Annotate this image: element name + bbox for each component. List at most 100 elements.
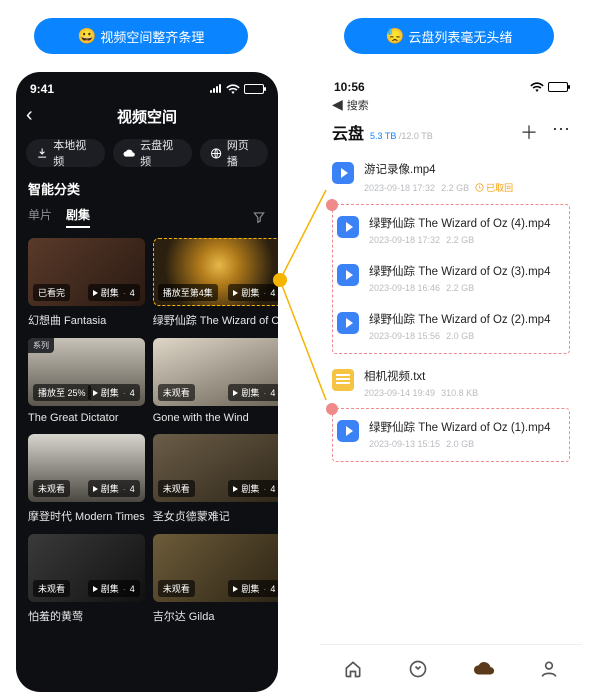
group-anchor-dot [326,199,338,211]
video-title: Gone with the Wind [153,412,278,424]
video-thumbnail: 未观看 剧集·4 [153,338,278,406]
status-bar: 9:41 [16,72,278,96]
tab-home[interactable] [342,658,364,680]
video-card[interactable]: 已看完 剧集·4 幻想曲 Fantasia [28,238,145,328]
wifi-icon [226,84,240,94]
globe-icon [210,147,222,160]
emoji-icon: 😀 [78,27,97,45]
video-card[interactable]: 未观看 剧集·4 圣女贞德蒙难记 [153,434,278,524]
video-thumbnail: 播放至第4集 剧集·4 [153,238,278,306]
video-title: 吉尔达 Gilda [153,608,278,624]
video-file-icon [332,162,354,184]
video-file-icon [337,264,359,286]
chip-label: 本地视频 [53,137,95,169]
chip-cloud-video[interactable]: 云盘视频 [113,139,192,167]
tab-cloud[interactable] [473,658,495,680]
status-bar: 10:56 [320,72,582,94]
episode-count-badge: 剧集·4 [228,384,278,401]
caption-pill-right: 😓 云盘列表毫无头绪 [344,18,554,54]
file-row[interactable]: 游记录像.mp4 2023-09-18 17:322.2 GB已取回 [332,153,570,204]
video-title: 圣女贞德蒙难记 [153,508,278,524]
watch-status-badge: 未观看 [158,384,195,401]
phone-right: 10:56 ◀ 搜索 云盘 5.3 TB /12.0 TB ＋ ⋯ 游记录像.m… [320,72,582,692]
file-row[interactable]: 绿野仙踪 The Wizard of Oz (3).mp4 2023-09-18… [337,255,565,303]
add-button[interactable]: ＋ [520,119,538,145]
video-title: 绿野仙踪 The Wizard of Oz [153,312,278,328]
search-label: 搜索 [347,97,369,113]
download-icon [36,147,48,160]
page-title: 云盘 [332,120,364,144]
video-card[interactable]: 未观看 剧集·4 摩登时代 Modern Times [28,434,145,524]
watch-status-badge: 已看完 [33,284,70,301]
watch-status-badge: 未观看 [158,580,195,597]
video-title: 怕羞的黄莺 [28,608,145,624]
play-icon [233,486,238,492]
wifi-icon [530,82,544,92]
video-card[interactable]: 未观看 剧集·4 Gone with the Wind [153,338,278,424]
file-name: 绿野仙踪 The Wizard of Oz (2).mp4 [369,311,565,327]
watch-status-badge: 播放至 25% [33,384,91,401]
tab-bar [320,644,582,692]
video-card[interactable]: 播放至第4集 剧集·4 绿野仙踪 The Wizard of Oz [153,238,278,328]
caption-pill-left: 😀 视频空间整齐条理 [34,18,248,54]
chip-web-play[interactable]: 网页播 [200,139,268,167]
tab-activity[interactable] [407,658,429,680]
group-anchor-dot [326,403,338,415]
play-icon [233,290,238,296]
chip-local-video[interactable]: 本地视频 [26,139,105,167]
video-title: The Great Dictator [28,412,145,424]
chevron-left-icon: ◀ [332,96,343,113]
filter-icon[interactable] [252,210,266,224]
phone-left: 9:41 ‹ 视频空间 本地视频 云盘视频 网页播 智能分类 单片 剧集 [16,72,278,692]
episode-count-badge: 剧集·4 [88,480,140,497]
file-row[interactable]: 绿野仙踪 The Wizard of Oz (4).mp4 2023-09-18… [337,207,565,255]
watch-status-badge: 未观看 [33,480,70,497]
series-tag: 系列 [28,338,54,353]
video-file-icon [337,420,359,442]
episode-count-badge: 剧集·4 [88,284,140,301]
episode-count-badge: 剧集·4 [228,480,278,497]
connector-dot [273,273,287,287]
chip-label: 网页播 [227,137,258,169]
video-thumbnail: 未观看 剧集·4 [28,434,145,502]
watch-status-badge: 播放至第4集 [158,284,218,301]
page-header: ‹ 视频空间 [16,96,278,139]
status-time: 10:56 [334,80,365,94]
section-title: 智能分类 [28,179,266,198]
file-meta: 2023-09-18 17:322.2 GB已取回 [364,181,570,194]
recall-badge: 已取回 [475,181,513,194]
caption-text: 云盘列表毫无头绪 [408,27,512,46]
video-card[interactable]: 系列 播放至 25% 剧集·4 The Great Dictator [28,338,145,424]
file-meta: 2023-09-18 16:462.2 GB [369,283,565,293]
watch-status-badge: 未观看 [33,580,70,597]
text-file-icon [332,369,354,391]
tab-single[interactable]: 单片 [28,206,52,228]
episode-count-badge: 剧集·4 [88,384,140,401]
play-icon [233,586,238,592]
back-search-row[interactable]: ◀ 搜索 [320,94,582,119]
video-card[interactable]: 未观看 剧集·4 吉尔达 Gilda [153,534,278,624]
battery-icon [244,84,264,94]
video-card[interactable]: 未观看 剧集·4 怕羞的黄莺 [28,534,145,624]
tab-profile[interactable] [538,658,560,680]
file-row[interactable]: 绿野仙踪 The Wizard of Oz (1).mp4 2023-09-13… [337,411,565,459]
back-button[interactable]: ‹ [26,104,33,127]
battery-icon [548,82,568,92]
video-thumbnail: 未观看 剧集·4 [28,534,145,602]
file-row[interactable]: 绿野仙踪 The Wizard of Oz (2).mp4 2023-09-18… [337,303,565,351]
signal-icon [514,80,526,94]
file-row[interactable]: 相机视频.txt 2023-09-14 19:49310.8 KB [332,360,570,408]
file-name: 绿野仙踪 The Wizard of Oz (1).mp4 [369,419,565,435]
tab-series[interactable]: 剧集 [66,206,90,228]
storage-info: 5.3 TB /12.0 TB [370,131,433,141]
file-name: 绿野仙踪 The Wizard of Oz (3).mp4 [369,263,565,279]
grouped-files-box: 绿野仙踪 The Wizard of Oz (4).mp4 2023-09-18… [332,204,570,354]
file-name: 绿野仙踪 The Wizard of Oz (4).mp4 [369,215,565,231]
chip-label: 云盘视频 [140,137,182,169]
status-time: 9:41 [30,82,54,96]
watch-status-badge: 未观看 [158,480,195,497]
emoji-icon: 😓 [386,27,405,45]
file-meta: 2023-09-18 15:562.0 GB [369,331,565,341]
more-button[interactable]: ⋯ [552,119,570,145]
video-thumbnail: 未观看 剧集·4 [153,534,278,602]
